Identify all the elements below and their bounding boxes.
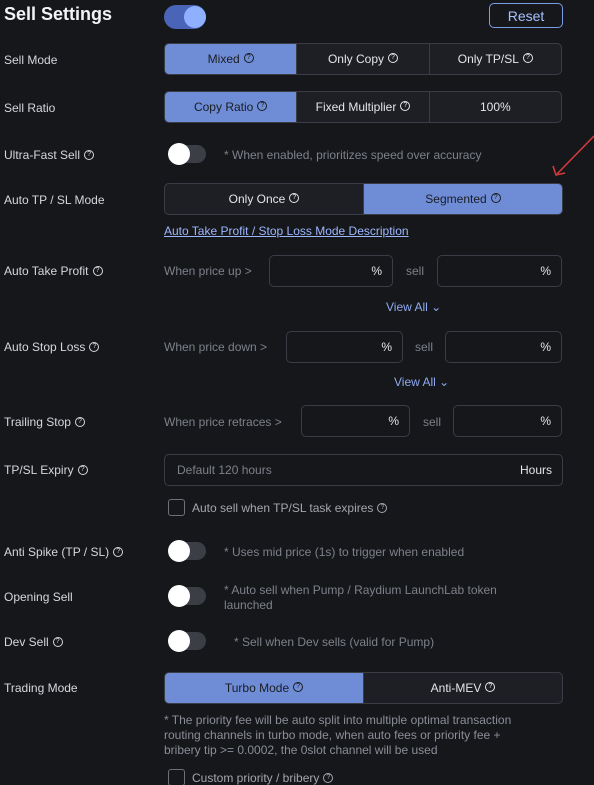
help-icon[interactable]: ?: [257, 101, 268, 111]
toggle-knob: [168, 540, 190, 562]
help-icon[interactable]: ?: [84, 149, 95, 160]
toggle-knob: [168, 585, 190, 607]
help-icon[interactable]: ?: [89, 341, 100, 352]
help-icon[interactable]: ?: [113, 546, 124, 557]
custom-priority-checkbox[interactable]: [168, 769, 185, 785]
sell-ratio-segmented: Copy Ratio? Fixed Multiplier? 100%: [164, 91, 562, 123]
help-icon[interactable]: ?: [74, 416, 85, 427]
sell-ratio-label: Sell Ratio: [4, 101, 56, 115]
ultra-fast-sell-toggle[interactable]: [168, 143, 206, 165]
help-icon[interactable]: ?: [490, 193, 501, 203]
toggle-knob: [168, 630, 190, 652]
help-icon[interactable]: ?: [293, 682, 304, 692]
tpsl-segmented-option[interactable]: Segmented?: [363, 184, 562, 214]
stop-loss-view-all-link[interactable]: View All ⌄: [394, 375, 449, 389]
tpsl-expiry-input[interactable]: Default 120 hours Hours: [164, 454, 563, 486]
trading-mode-label: Trading Mode: [4, 681, 78, 695]
annotation-arrow-icon: [552, 135, 594, 176]
custom-priority-label: Custom priority / bribery?: [192, 771, 334, 785]
dev-sell-toggle[interactable]: [168, 630, 206, 652]
sell-ratio-copy-option[interactable]: Copy Ratio?: [165, 92, 297, 122]
stop-loss-sell-label: sell: [415, 340, 434, 354]
trading-mode-segmented: Turbo Mode? Anti-MEV?: [164, 672, 563, 704]
tpsl-expiry-label: TP/SL Expiry?: [4, 463, 88, 477]
ultra-fast-sell-hint: * When enabled, prioritizes speed over a…: [224, 148, 482, 162]
sell-mode-mixed-option[interactable]: Mixed?: [165, 44, 297, 74]
sell-settings-toggle[interactable]: [164, 5, 206, 29]
opening-sell-hint: * Auto sell when Pump / Raydium LaunchLa…: [224, 583, 497, 612]
sell-mode-only-copy-option[interactable]: Only Copy?: [296, 44, 428, 74]
help-icon[interactable]: ?: [400, 101, 411, 111]
help-icon[interactable]: ?: [52, 636, 63, 647]
help-icon[interactable]: ?: [289, 193, 300, 203]
opening-sell-label: Opening Sell: [4, 590, 73, 604]
stop-loss-sell-input[interactable]: %: [445, 331, 562, 363]
dev-sell-label: Dev Sell?: [4, 635, 63, 649]
trailing-when-label: When price retraces >: [164, 415, 282, 429]
toggle-knob: [184, 6, 206, 28]
tpsl-only-once-option[interactable]: Only Once?: [165, 184, 363, 214]
take-profit-price-input[interactable]: %: [269, 255, 393, 287]
toggle-knob: [168, 143, 190, 165]
trailing-stop-label: Trailing Stop?: [4, 415, 85, 429]
take-profit-sell-input[interactable]: %: [437, 255, 562, 287]
ultra-fast-sell-label: Ultra-Fast Sell?: [4, 148, 95, 162]
help-icon[interactable]: ?: [388, 53, 398, 63]
sell-mode-label: Sell Mode: [4, 53, 58, 67]
tpsl-mode-description-link[interactable]: Auto Take Profit / Stop Loss Mode Descri…: [164, 224, 409, 238]
help-icon[interactable]: ?: [377, 502, 388, 513]
trading-mode-note: * The priority fee will be auto split in…: [164, 713, 512, 757]
stop-loss-price-input[interactable]: %: [286, 331, 403, 363]
anti-spike-label: Anti Spike (TP / SL)?: [4, 545, 124, 559]
opening-sell-toggle[interactable]: [168, 585, 206, 607]
trailing-sell-label: sell: [423, 415, 442, 429]
trailing-sell-input[interactable]: %: [453, 405, 562, 437]
auto-take-profit-label: Auto Take Profit?: [4, 264, 103, 278]
help-icon[interactable]: ?: [522, 53, 533, 63]
help-icon[interactable]: ?: [77, 464, 88, 475]
sell-ratio-fixed-option[interactable]: Fixed Multiplier?: [296, 92, 428, 122]
auto-tpsl-mode-label: Auto TP / SL Mode: [4, 193, 105, 207]
anti-spike-toggle[interactable]: [168, 540, 206, 562]
reset-button[interactable]: Reset: [489, 3, 563, 28]
trailing-price-input[interactable]: %: [301, 405, 410, 437]
anti-mev-option[interactable]: Anti-MEV?: [363, 673, 562, 703]
chevron-down-icon: ⌄: [431, 300, 442, 314]
anti-spike-hint: * Uses mid price (1s) to trigger when en…: [224, 545, 465, 559]
auto-tpsl-mode-segmented: Only Once? Segmented?: [164, 183, 563, 215]
sell-mode-segmented: Mixed? Only Copy? Only TP/SL?: [164, 43, 562, 75]
chevron-down-icon: ⌄: [439, 375, 450, 389]
sell-ratio-100-option[interactable]: 100%: [428, 92, 561, 122]
help-icon[interactable]: ?: [485, 682, 496, 692]
page-title: Sell Settings: [4, 4, 113, 24]
help-icon[interactable]: ?: [92, 265, 103, 276]
auto-sell-on-expiry-label: Auto sell when TP/SL task expires?: [192, 501, 388, 515]
take-profit-when-label: When price up >: [164, 264, 252, 278]
turbo-mode-option[interactable]: Turbo Mode?: [165, 673, 363, 703]
stop-loss-when-label: When price down >: [164, 340, 268, 354]
take-profit-view-all-link[interactable]: View All ⌄: [386, 300, 441, 314]
sell-mode-only-tpsl-option[interactable]: Only TP/SL?: [428, 44, 561, 74]
help-icon[interactable]: ?: [323, 772, 334, 783]
auto-sell-on-expiry-checkbox[interactable]: [168, 499, 185, 516]
help-icon[interactable]: ?: [243, 53, 254, 63]
dev-sell-hint: * Sell when Dev sells (valid for Pump): [234, 635, 435, 649]
take-profit-sell-label: sell: [406, 264, 425, 278]
auto-stop-loss-label: Auto Stop Loss?: [4, 340, 100, 354]
